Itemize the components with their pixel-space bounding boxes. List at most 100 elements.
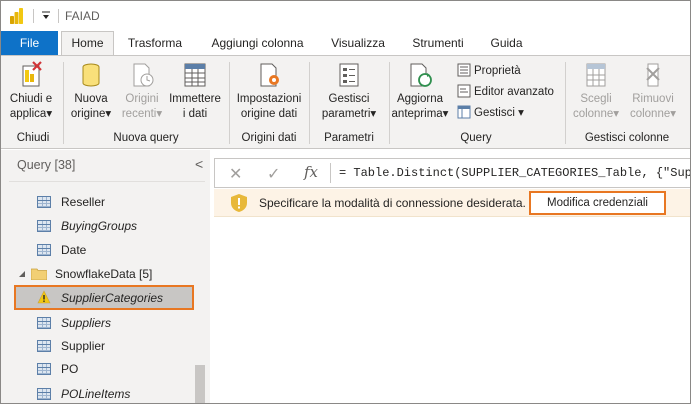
dropdown-caret-icon: ▾ <box>613 108 620 120</box>
tab-add-column[interactable]: Aggiungi colonna <box>200 31 315 55</box>
manage-label: Gestisci <box>474 107 515 119</box>
collapse-pane-button[interactable]: < <box>195 156 203 172</box>
tab-tools[interactable]: Strumenti <box>402 31 474 55</box>
refresh-preview-label-2: anteprima <box>391 108 443 120</box>
cancel-formula-button[interactable]: ✕ <box>229 164 242 184</box>
remove-columns-label-1: Rimuovi <box>632 93 674 105</box>
quick-access-toolbar-button[interactable] <box>40 9 52 23</box>
group-separator <box>389 62 390 144</box>
manage-icon <box>457 105 471 119</box>
group-label-parameters: Parametri <box>324 132 374 144</box>
warning-message: Specificare la modalità di connessione d… <box>259 196 526 210</box>
group-label-data-sources: Origini dati <box>241 132 297 144</box>
app-title: FAIAD <box>65 9 100 23</box>
query-pane-scrollbar[interactable] <box>195 365 205 403</box>
query-item-buyinggroups[interactable]: BuyingGroups <box>37 215 137 237</box>
query-folder-label: SnowflakeData [5] <box>55 267 153 281</box>
tab-view[interactable]: Visualizza <box>322 31 394 55</box>
formula-input[interactable]: = Table.Distinct(SUPPLIER_CATEGORIES_Tab… <box>339 166 690 180</box>
remove-columns-button[interactable]: Rimuovi colonne▾ <box>625 60 681 122</box>
advanced-editor-button[interactable]: Editor avanzato <box>457 84 554 100</box>
recent-sources-button[interactable]: Origini recenti▾ <box>117 60 167 122</box>
refresh-preview-button[interactable]: Aggiorna anteprima▾ <box>391 60 449 122</box>
tab-file[interactable]: File <box>1 31 58 55</box>
table-icon <box>37 388 51 400</box>
query-item-label: PO <box>61 362 79 376</box>
confirm-formula-button[interactable]: ✓ <box>267 164 280 184</box>
query-item-label: BuyingGroups <box>61 219 138 233</box>
dropdown-caret-icon: ▾ <box>105 108 112 120</box>
table-icon <box>37 220 51 232</box>
query-item-supplier[interactable]: Supplier <box>37 335 105 357</box>
query-item-label: Suppliers <box>61 316 112 330</box>
close-apply-label-1: Chiudi e <box>9 93 53 105</box>
close-apply-label-2: applica <box>9 108 47 120</box>
properties-label: Proprietà <box>474 65 521 77</box>
table-icon <box>37 317 51 329</box>
refresh-icon <box>410 63 432 87</box>
choose-columns-icon <box>586 63 606 87</box>
edit-credentials-button[interactable]: Modifica credenziali <box>529 191 666 215</box>
data-source-settings-icon <box>260 63 279 87</box>
new-source-label-2: origine <box>70 108 106 120</box>
folder-expanded-caret-icon <box>19 271 25 277</box>
close-apply-button[interactable]: Chiudi e applica▾ <box>5 60 57 122</box>
tab-help[interactable]: Guida <box>479 31 534 55</box>
formula-bar: ✕ ✓ fx = Table.Distinct(SUPPLIER_CATEGOR… <box>214 158 690 188</box>
table-grid-icon <box>184 63 206 87</box>
title-separator <box>33 9 34 23</box>
query-item-polineitems[interactable]: POLineItems <box>37 383 131 403</box>
new-source-button[interactable]: Nuova origine▾ <box>67 60 115 122</box>
enter-data-label-1: Immettere <box>169 93 221 105</box>
table-icon <box>37 244 51 256</box>
group-label-close: Chiudi <box>16 132 50 144</box>
query-item-suppliers[interactable]: Suppliers <box>37 312 111 334</box>
warning-icon <box>37 290 51 304</box>
fx-button[interactable]: fx <box>304 163 318 181</box>
recent-sources-label-1: Origini <box>125 93 159 105</box>
query-item-reseller[interactable]: Reseller <box>37 191 105 213</box>
query-folder-snowflakedata[interactable]: SnowflakeData [5] <box>17 263 152 285</box>
parameters-icon <box>339 63 359 87</box>
query-item-po[interactable]: PO <box>37 358 78 380</box>
remove-columns-label-2: colonne <box>629 108 671 120</box>
qat-dropdown-icon <box>42 11 50 19</box>
choose-columns-label-2: colonne <box>572 108 614 120</box>
dropdown-caret-icon: ▾ <box>442 108 449 120</box>
tab-home[interactable]: Home <box>61 31 114 56</box>
group-separator <box>309 62 310 144</box>
properties-button[interactable]: Proprietà <box>457 63 521 79</box>
close-apply-icon <box>22 61 42 87</box>
query-item-label: Date <box>61 243 87 257</box>
table-icon <box>37 196 51 208</box>
advanced-editor-label: Editor avanzato <box>474 86 554 98</box>
queries-pane: Query [38] < Reseller BuyingGroups Date … <box>1 150 210 403</box>
manage-parameters-button[interactable]: Gestisci parametri▾ <box>313 60 385 122</box>
data-source-settings-label-2: origine dati <box>240 108 298 120</box>
queries-pane-header: Query [38] <box>17 158 76 172</box>
query-item-date[interactable]: Date <box>37 239 86 261</box>
choose-columns-button[interactable]: Scegli colonne▾ <box>569 60 623 122</box>
advanced-editor-icon <box>457 84 471 98</box>
query-item-label: Reseller <box>61 195 106 209</box>
table-icon <box>37 363 51 375</box>
group-separator <box>565 62 566 144</box>
credentials-warning-bar: Specificare la modalità di connessione d… <box>214 189 690 217</box>
group-label-query: Query <box>460 132 492 144</box>
query-item-label: SupplierCategories <box>61 291 164 305</box>
new-source-label-1: Nuova <box>74 93 108 105</box>
query-item-label: POLineItems <box>61 387 131 401</box>
ribbon-home: Chiudi e applica▾ Chiudi Nuova origine▾ … <box>1 55 690 149</box>
enter-data-button[interactable]: Immettere i dati <box>167 60 223 122</box>
manage-button[interactable]: Gestisci ▾ <box>457 105 524 121</box>
group-separator <box>229 62 230 144</box>
dropdown-caret-icon: ▾ <box>518 107 524 119</box>
data-source-settings-label-1: Impostazioni <box>236 93 302 105</box>
group-separator <box>63 62 64 144</box>
query-item-suppliercategories[interactable]: SupplierCategories <box>37 287 163 309</box>
data-source-settings-button[interactable]: Impostazioni origine dati <box>233 60 305 122</box>
tab-transform[interactable]: Trasforma <box>119 31 191 55</box>
refresh-preview-label-1: Aggiorna <box>396 93 444 105</box>
recent-sources-icon <box>133 63 154 87</box>
dropdown-caret-icon: ▾ <box>156 108 163 120</box>
